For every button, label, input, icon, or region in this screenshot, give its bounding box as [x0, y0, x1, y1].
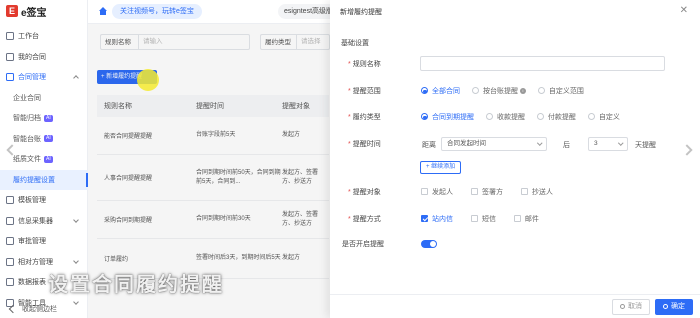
target-cc-checkbox[interactable]: 抄送人 [520, 187, 553, 197]
target-row: * 提醒对象 发起人 签署方 抄送人 [330, 183, 700, 201]
sidebar-item-smart-archive[interactable]: 智能归档 AI [0, 108, 88, 129]
drawer-title: 新增履约提醒 [340, 9, 382, 16]
ai-badge: AI [44, 114, 53, 122]
drawer-footer: 取消 确定 [330, 294, 700, 318]
chevron-down-icon [536, 140, 542, 146]
method-inbox-checkbox[interactable]: 站内信 [421, 214, 453, 224]
collector-icon [6, 216, 14, 225]
method-label: * 提醒方式 [348, 216, 381, 223]
type-radio-group: 合同到期提醒 收款提醒 付款提醒 自定义 [421, 112, 630, 123]
chevron-down-icon [617, 140, 623, 146]
ai-badge: AI [44, 135, 53, 143]
video-caption: 设置合同履约提醒 [48, 274, 224, 296]
chevron-down-icon [73, 216, 79, 223]
cancel-icon [620, 303, 625, 309]
enabled-toggle[interactable] [421, 240, 437, 248]
scope-custom-radio[interactable]: 自定义范围 [537, 86, 584, 96]
target-check-group: 发起人 签署方 抄送人 [421, 187, 569, 198]
target-signer-checkbox[interactable]: 签署方 [470, 187, 503, 197]
enabled-label: 是否开启提醒 [342, 241, 384, 248]
chevron-up-icon [73, 75, 79, 81]
logo-mark: E [6, 5, 18, 17]
workbench-icon [6, 32, 14, 41]
chevron-down-icon [73, 257, 79, 264]
sidebar-item-workbench[interactable]: 工作台 [0, 26, 88, 47]
collapse-sidebar-button[interactable]: 收起侧边栏 [8, 304, 57, 314]
type-receipt-radio[interactable]: 收款提醒 [485, 112, 525, 122]
logo[interactable]: E e签宝 [6, 4, 47, 19]
chevron-down-icon [73, 298, 79, 305]
sidebar-item-collector[interactable]: 信息采集器 [0, 211, 88, 232]
rule-name-input[interactable] [420, 56, 665, 71]
sidebar-item-fulfillment-reminder[interactable]: 履约提醒设置 [0, 169, 88, 190]
confirm-button[interactable]: 确定 [655, 299, 693, 315]
template-icon [6, 196, 14, 205]
method-row: * 提醒方式 站内信 短信 邮件 [330, 210, 700, 228]
scope-row: * 提醒范围 全部合同 按台账提醒 i 自定义范围 [330, 82, 700, 100]
home-icon[interactable] [98, 6, 108, 16]
sidebar-item-my-contracts[interactable]: 我的合同 [0, 47, 88, 68]
close-icon[interactable]: ✕ [680, 6, 688, 16]
logo-text: e签宝 [21, 7, 47, 19]
info-icon: i [519, 87, 526, 94]
add-time-button[interactable]: + 继续添加 [420, 161, 462, 174]
scope-ledger-radio[interactable]: 按台账提醒 i [471, 86, 526, 96]
type-custom-radio[interactable]: 自定义 [587, 112, 620, 122]
scope-radio-group: 全部合同 按台账提醒 i 自定义范围 [421, 86, 594, 97]
promo-banner[interactable]: 关注视频号，玩转e签宝 [112, 4, 202, 19]
sidebar-item-contract-manage[interactable]: 合同管理 [0, 67, 88, 88]
type-row: * 履约类型 合同到期提醒 收款提醒 付款提醒 自定义 [330, 108, 700, 126]
scope-all-radio[interactable]: 全部合同 [421, 86, 460, 96]
type-label: * 履约类型 [348, 114, 381, 121]
report-icon [6, 278, 14, 287]
time-label: * 提醒时间 [348, 141, 381, 148]
collapse-arrow-icon [8, 304, 18, 314]
target-initiator-checkbox[interactable]: 发起人 [421, 187, 453, 197]
confirm-icon [663, 303, 668, 309]
type-payment-radio[interactable]: 付款提醒 [536, 112, 576, 122]
target-label: * 提醒对象 [348, 189, 381, 196]
section-title: 基础设置 [341, 40, 369, 47]
enabled-row: 是否开启提醒 [330, 235, 700, 253]
ai-badge: AI [44, 155, 53, 163]
method-sms-checkbox[interactable]: 短信 [470, 214, 496, 224]
time-unit-label: 天提醒 [635, 142, 656, 149]
time-days-select[interactable]: 3 [588, 137, 628, 151]
cancel-button[interactable]: 取消 [612, 299, 650, 315]
method-check-group: 站内信 短信 邮件 [421, 214, 555, 225]
sidebar-item-templates[interactable]: 模板管理 [0, 190, 88, 211]
contract-manage-icon [6, 73, 14, 82]
approval-icon [6, 237, 14, 246]
rule-name-label: * 规则名称 [348, 61, 381, 68]
contract-icon [6, 52, 14, 61]
scope-label: * 提醒范围 [348, 88, 381, 95]
sidebar-item-enterprise-contracts[interactable]: 企业合同 [0, 88, 88, 109]
method-email-checkbox[interactable]: 邮件 [513, 214, 539, 224]
time-base-select[interactable]: 合同发起时间 [441, 137, 547, 151]
type-expiry-radio[interactable]: 合同到期提醒 [421, 112, 474, 122]
time-after-label: 后 [563, 142, 570, 149]
time-distance-label: 距离 [422, 142, 436, 149]
new-reminder-drawer: 新增履约提醒 ✕ 基础设置 * 规则名称 * 提醒范围 全部合同 按台账提醒 i 自定… [330, 0, 700, 318]
sidebar-item-approval[interactable]: 审批管理 [0, 231, 88, 252]
counterparty-icon [6, 257, 14, 266]
